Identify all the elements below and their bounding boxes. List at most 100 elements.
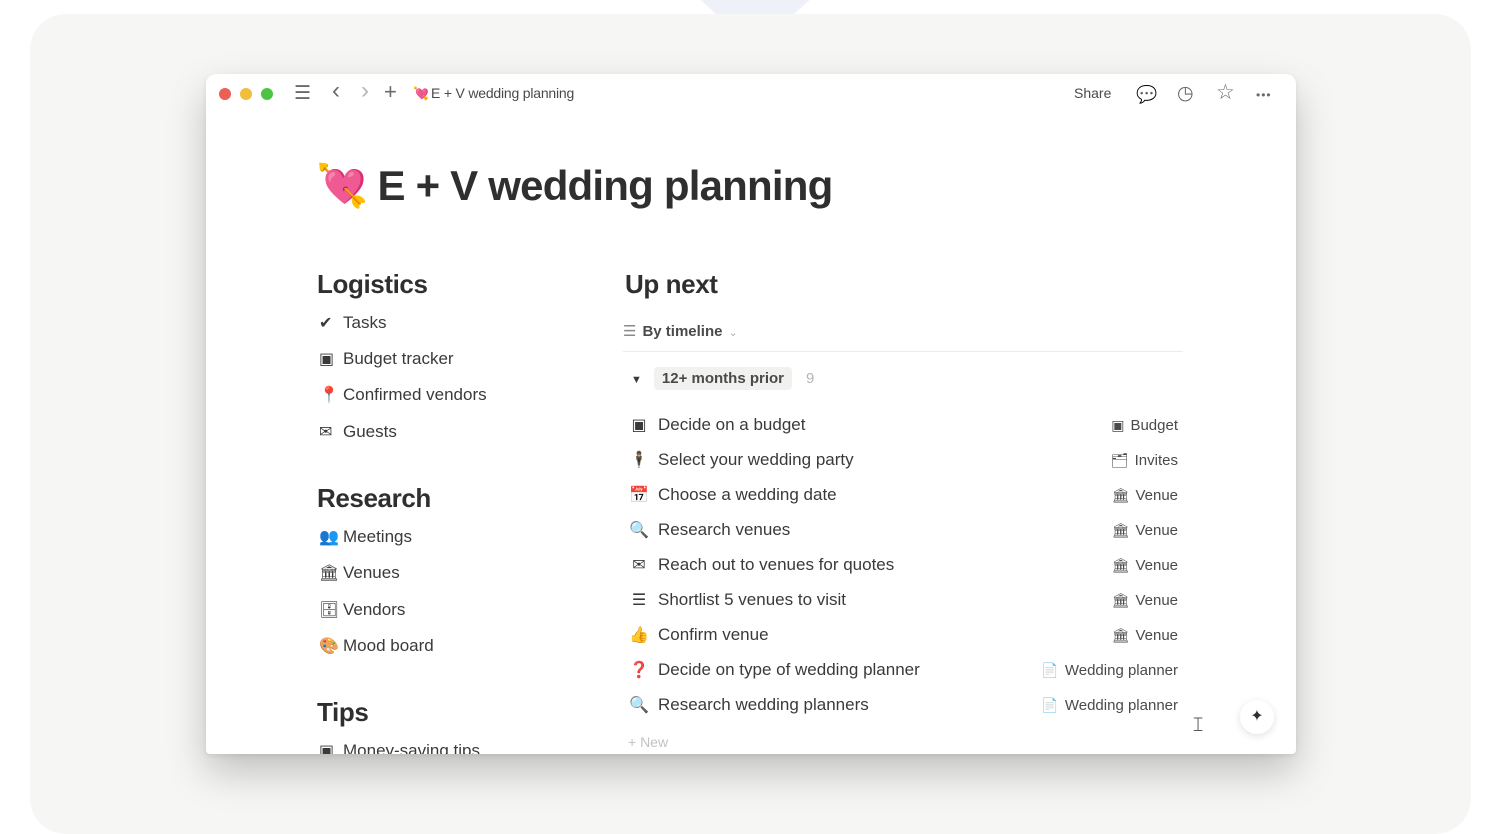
new-task-button[interactable]: + New <box>628 734 668 750</box>
task-tag[interactable]: 🏛 Venue <box>1112 487 1178 504</box>
search-icon: 🔍 <box>629 697 649 714</box>
nav-item-vendors[interactable]: 🗄 Vendors <box>319 600 405 620</box>
view-selector[interactable]: ☰ By timeline ⌄ <box>623 322 738 340</box>
document-icon: 📄 <box>1041 697 1059 713</box>
task-row[interactable]: ☰ Shortlist 5 venues to visit 🏛 Venue <box>628 587 1178 615</box>
money-icon: ▣ <box>319 351 335 368</box>
research-heading: Research <box>317 483 431 513</box>
back-icon[interactable]: ‹ <box>332 79 340 103</box>
comments-icon[interactable]: 💬 <box>1136 84 1157 106</box>
task-tag[interactable]: 🏛 Venue <box>1112 627 1178 644</box>
task-tag-label: Venue <box>1135 522 1178 539</box>
task-tag-label: Wedding planner <box>1064 697 1178 714</box>
text-cursor-icon: 𝙸 <box>1191 714 1206 736</box>
nav-item-mood-board[interactable]: 🎨 Mood board <box>319 636 434 656</box>
cabinet-icon: 🗄 <box>319 602 340 619</box>
nav-item-label: Money-saving tips <box>343 741 481 754</box>
nav-item-tasks[interactable]: ✔ Tasks <box>319 313 386 333</box>
title-bar: ☰ ‹ › + 💘 E + V wedding planning Share 💬 … <box>206 74 1296 114</box>
task-row[interactable]: ❓ Decide on type of wedding planner 📄 Weddi… <box>628 657 1178 685</box>
divider <box>623 351 1183 352</box>
task-row[interactable]: 🔍 Research wedding planners 📄 Wedding plann… <box>628 692 1178 720</box>
task-row[interactable]: 🕴 Select your wedding party 🗂 Invites <box>628 447 1178 475</box>
chevron-down-icon: ⌄ <box>728 327 738 339</box>
page-title-emoji-icon[interactable]: 💘 <box>316 162 368 209</box>
check-icon: ✔ <box>319 315 333 332</box>
more-options-icon[interactable]: ••• <box>1256 84 1272 106</box>
task-row[interactable]: 👍 Confirm venue 🏛 Venue <box>628 622 1178 650</box>
group-header[interactable]: ▼ 12+ months prior 9 <box>631 367 815 390</box>
page-title-text: E + V wedding planning <box>377 162 834 209</box>
task-label: Decide on a budget <box>658 415 806 434</box>
logistics-heading: Logistics <box>317 269 428 299</box>
palette-icon: 🎨 <box>319 638 339 655</box>
task-label: Research wedding planners <box>658 695 869 714</box>
nav-item-label: Guests <box>343 422 397 441</box>
task-tag[interactable]: 📄 Wedding planner <box>1041 662 1178 679</box>
group-count: 9 <box>806 370 815 387</box>
tips-heading: Tips <box>317 697 369 727</box>
zoom-window-button[interactable] <box>261 88 273 100</box>
task-tag-label: Venue <box>1135 627 1178 644</box>
forward-icon[interactable]: › <box>361 79 369 103</box>
thumbs-up-icon: 👍 <box>629 627 649 644</box>
building-icon: 🏛 <box>1111 627 1130 643</box>
nav-item-guests[interactable]: ✉ Guests <box>319 422 397 442</box>
nav-item-money-saving-tips[interactable]: ▣ Money-saving tips <box>319 741 480 754</box>
add-page-icon[interactable]: + <box>384 81 397 103</box>
task-tag[interactable]: 🏛 Venue <box>1112 557 1178 574</box>
sparkle-icon: ✦ <box>1250 708 1264 725</box>
nav-item-venues[interactable]: 🏛 Venues <box>319 563 400 583</box>
task-row[interactable]: ✉ Reach out to venues for quotes 🏛 Venue <box>628 552 1178 580</box>
list-icon: ☰ <box>631 592 647 609</box>
task-tag[interactable]: 🏛 Venue <box>1112 592 1178 609</box>
task-tag[interactable]: 🗂 Invites <box>1111 452 1178 469</box>
page-title[interactable]: 💘 E + V wedding planning <box>316 162 834 211</box>
task-label: Decide on type of wedding planner <box>658 660 920 679</box>
question-icon: ❓ <box>629 662 649 679</box>
group-label: 12+ months prior <box>653 367 792 390</box>
backdrop-accent <box>700 0 810 14</box>
view-label: By timeline <box>642 323 723 340</box>
building-icon: 🏛 <box>319 565 340 582</box>
caret-down-icon[interactable]: ▼ <box>631 374 642 386</box>
calendar-icon: 📅 <box>629 487 649 504</box>
envelope-icon: ✉ <box>632 557 646 574</box>
money-icon: ▣ <box>1111 417 1125 433</box>
inbox-icon: 🗂 <box>1110 452 1129 468</box>
building-icon: 🏛 <box>1111 557 1130 573</box>
nav-item-confirmed-vendors[interactable]: 📍 Confirmed vendors <box>319 385 487 405</box>
page-emoji-icon: 💘 <box>413 86 429 101</box>
ai-assistant-button[interactable]: ✦ <box>1240 700 1274 734</box>
updates-icon[interactable]: ◷ <box>1177 83 1194 105</box>
search-icon: 🔍 <box>629 522 649 539</box>
task-tag[interactable]: ▣ Budget <box>1111 417 1178 434</box>
nav-item-label: Meetings <box>343 527 412 546</box>
building-icon: 🏛 <box>1111 592 1130 608</box>
breadcrumb[interactable]: 💘 E + V wedding planning <box>413 85 574 102</box>
task-tag[interactable]: 🏛 Venue <box>1112 522 1178 539</box>
task-tag[interactable]: 📄 Wedding planner <box>1041 697 1178 714</box>
share-button[interactable]: Share <box>1074 85 1111 101</box>
task-tag-label: Venue <box>1135 557 1178 574</box>
nav-item-label: Tasks <box>343 313 387 332</box>
task-label: Research venues <box>658 520 791 539</box>
task-label: Shortlist 5 venues to visit <box>658 590 847 609</box>
building-icon: 🏛 <box>1111 522 1130 538</box>
favorite-icon[interactable]: ☆ <box>1216 82 1235 104</box>
task-row[interactable]: 🔍 Research venues 🏛 Venue <box>628 517 1178 545</box>
nav-item-label: Mood board <box>343 636 434 655</box>
task-tag-label: Wedding planner <box>1064 662 1178 679</box>
nav-item-label: Budget tracker <box>343 349 454 368</box>
minimize-window-button[interactable] <box>240 88 252 100</box>
close-window-button[interactable] <box>219 88 231 100</box>
up-next-heading: Up next <box>625 269 718 299</box>
task-row[interactable]: ▣ Decide on a budget ▣ Budget <box>628 412 1178 440</box>
people-icon: 👥 <box>319 529 339 546</box>
task-label: Confirm venue <box>658 625 769 644</box>
nav-item-budget-tracker[interactable]: ▣ Budget tracker <box>319 349 454 369</box>
document-icon: 📄 <box>1041 662 1059 678</box>
nav-item-meetings[interactable]: 👥 Meetings <box>319 527 412 547</box>
menu-icon[interactable]: ☰ <box>294 83 311 105</box>
task-row[interactable]: 📅 Choose a wedding date 🏛 Venue <box>628 482 1178 510</box>
